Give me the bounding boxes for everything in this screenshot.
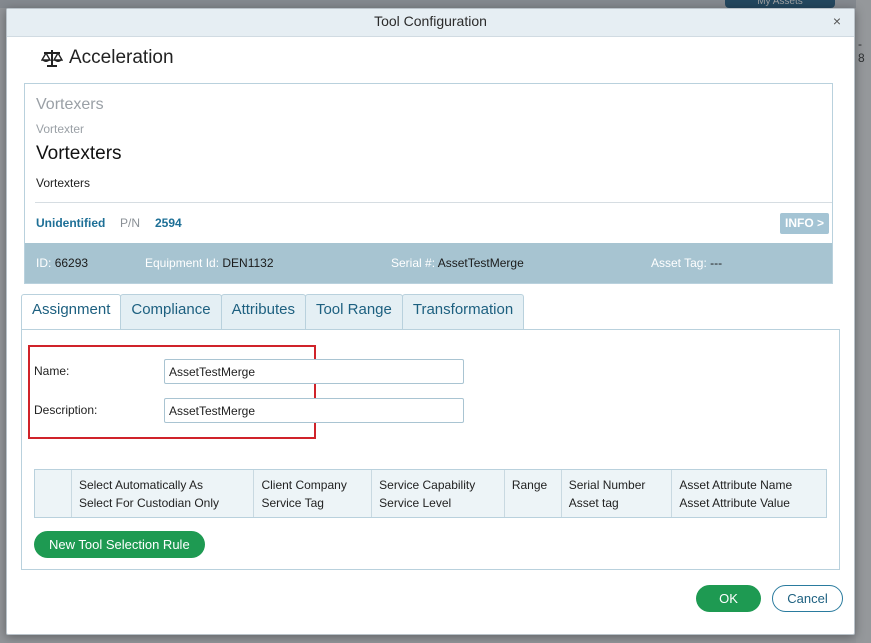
rules-column-asset-attribute: Asset Attribute Name Asset Attribute Val… <box>671 470 826 517</box>
serial-number: Serial #: AssetTestMerge <box>391 256 524 270</box>
name-input[interactable] <box>164 359 464 384</box>
rules-column-header-line1: Select Automatically As <box>78 478 203 492</box>
rules-column-header-line1: Client Company <box>261 478 347 492</box>
asset-family-singular: Vortexter <box>36 122 85 136</box>
tool-configuration-dialog: Tool Configuration × Acceleration Vortex… <box>6 8 855 635</box>
dialog-title: Tool Configuration <box>374 13 487 29</box>
tool-name: Acceleration <box>69 47 174 68</box>
rules-column-select-automatically: Select Automatically As Select For Custo… <box>70 470 254 517</box>
asset-family-plural: Vortexers <box>36 96 104 113</box>
tab-assignment[interactable]: Assignment <box>21 294 122 330</box>
serial-number-label: Serial #: <box>391 256 436 270</box>
equipment-id-value: DEN1132 <box>222 256 274 270</box>
close-icon[interactable]: × <box>830 14 844 28</box>
description-label: Description: <box>34 403 98 417</box>
rules-column-range: Range <box>503 470 561 517</box>
cancel-button[interactable]: Cancel <box>772 585 843 612</box>
asset-id-value: 66293 <box>54 256 89 270</box>
rules-column-header-line2: Asset tag <box>568 496 619 510</box>
asset-tag-label: Asset Tag: <box>651 256 707 270</box>
dialog-header: Tool Configuration × <box>7 9 854 37</box>
equipment-id-label: Equipment Id: <box>145 256 220 270</box>
tab-bar: Assignment Compliance Attributes Tool Ra… <box>21 294 525 330</box>
part-number-value: 2594 <box>155 216 182 230</box>
rules-table-header: Select Automatically As Select For Custo… <box>34 469 827 518</box>
serial-number-value: AssetTestMerge <box>437 256 524 270</box>
rules-column-header-line2: Service Level <box>379 496 452 510</box>
info-button[interactable]: INFO > <box>779 213 829 234</box>
rules-column-header-line2: Service Tag <box>261 496 324 510</box>
asset-id-label: ID: <box>36 256 52 270</box>
rules-column-header-line1: Range <box>511 478 548 492</box>
rules-column-header-line1: Serial Number <box>568 478 646 492</box>
asset-id: ID: 66293 <box>36 256 88 270</box>
rules-column-header-line2: Select For Custodian Only <box>78 496 219 510</box>
rules-column-serial-number: Serial Number Asset tag <box>560 470 672 517</box>
asset-footer: ID: 66293 Equipment Id: DEN1132 Serial #… <box>25 243 832 283</box>
tab-transformation[interactable]: Transformation <box>401 294 525 329</box>
rules-column-header-line1: Asset Attribute Name <box>679 478 793 492</box>
name-label: Name: <box>34 364 70 378</box>
tool-heading: Acceleration <box>40 47 174 69</box>
asset-card: Vortexers Vortexter Vortexters Vortexter… <box>24 83 833 284</box>
description-input[interactable] <box>164 398 464 423</box>
assignment-panel: Name: Description: Select Automatically … <box>21 329 840 570</box>
balance-scale-icon <box>40 47 64 69</box>
new-tool-selection-rule-button[interactable]: New Tool Selection Rule <box>34 531 205 558</box>
asset-status: Unidentified <box>36 216 106 230</box>
asset-name: Vortexters <box>36 143 122 164</box>
asset-tag: Asset Tag: --- <box>651 256 722 270</box>
asset-description: Vortexters <box>36 176 91 190</box>
rules-column-header-line2: Asset Attribute Value <box>679 496 790 510</box>
rules-column-select <box>35 470 71 517</box>
tab-tool-range[interactable]: Tool Range <box>304 294 403 329</box>
asset-divider <box>35 202 832 203</box>
asset-tag-value: --- <box>710 256 723 270</box>
rules-column-header-line1: Service Capability <box>379 478 476 492</box>
ok-button[interactable]: OK <box>696 585 761 612</box>
tab-compliance[interactable]: Compliance <box>120 294 222 329</box>
rules-column-client-company: Client Company Service Tag <box>253 470 371 517</box>
equipment-id: Equipment Id: DEN1132 <box>145 256 274 270</box>
tab-attributes[interactable]: Attributes <box>220 294 306 329</box>
rules-column-service-capability: Service Capability Service Level <box>371 470 504 517</box>
part-number-label: P/N <box>120 216 141 230</box>
